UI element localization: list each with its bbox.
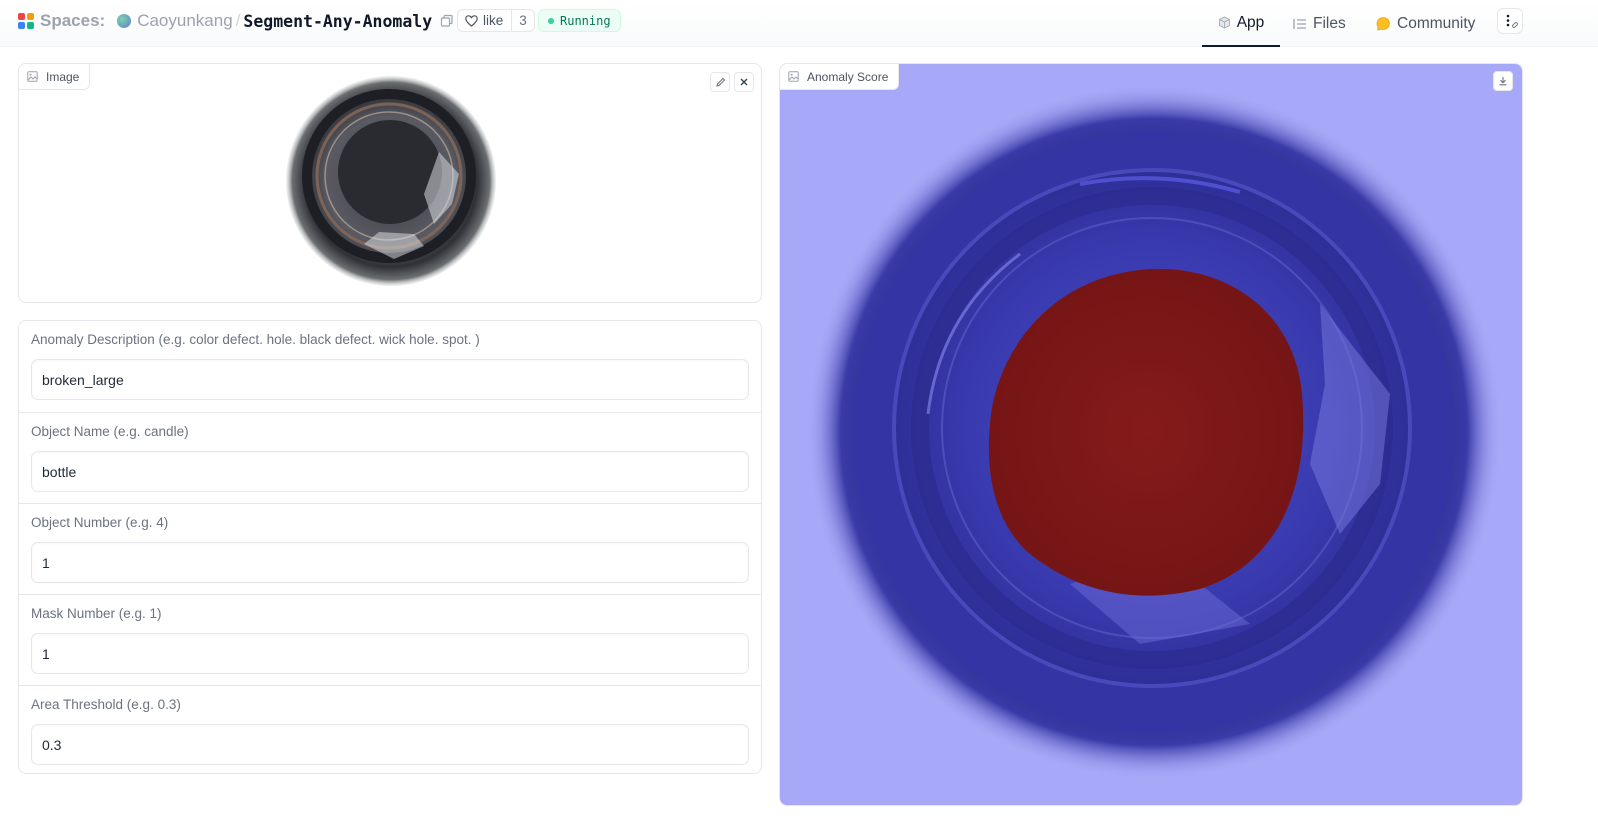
like-label: like xyxy=(483,13,504,28)
object-name-group: Object Name (e.g. candle) xyxy=(19,413,761,504)
clear-button[interactable] xyxy=(734,72,754,92)
tab-files-label: Files xyxy=(1313,14,1346,32)
repo-name-link[interactable]: Segment-Any-Anomaly xyxy=(243,12,432,31)
edit-button[interactable] xyxy=(710,72,730,92)
mask-number-input[interactable] xyxy=(31,633,749,674)
anomaly-score-panel: Anomaly Score xyxy=(779,63,1523,806)
download-icon xyxy=(1499,77,1507,86)
close-icon xyxy=(740,78,748,86)
owner-link[interactable]: Caoyunkang xyxy=(137,11,232,31)
mask-number-label: Mask Number (e.g. 1) xyxy=(31,606,162,621)
download-button[interactable] xyxy=(1493,71,1513,91)
image-icon xyxy=(27,71,38,82)
anomaly-heatmap-image xyxy=(806,84,1502,780)
object-number-input[interactable] xyxy=(31,542,749,583)
status-badge: Running xyxy=(538,9,621,32)
spaces-link[interactable]: Spaces: xyxy=(40,11,105,31)
area-threshold-input[interactable] xyxy=(31,724,749,765)
parameters-form: Anomaly Description (e.g. color defect. … xyxy=(18,320,762,774)
area-threshold-group: Area Threshold (e.g. 0.3) xyxy=(19,686,761,773)
tab-community-label: Community xyxy=(1397,14,1476,32)
area-threshold-label: Area Threshold (e.g. 0.3) xyxy=(31,697,181,712)
community-icon xyxy=(1376,17,1390,31)
tab-app[interactable]: App xyxy=(1202,0,1280,47)
object-name-label: Object Name (e.g. candle) xyxy=(31,424,189,439)
owner-avatar xyxy=(117,14,132,28)
status-dot-icon xyxy=(548,17,554,24)
spaces-logo-icon xyxy=(18,13,34,29)
anomaly-description-input[interactable] xyxy=(31,359,749,400)
app-cube-icon xyxy=(1218,16,1230,29)
input-bottle-image xyxy=(286,76,496,286)
mask-number-group: Mask Number (e.g. 1) xyxy=(19,595,761,686)
object-number-group: Object Number (e.g. 4) xyxy=(19,504,761,595)
anomaly-description-group: Anomaly Description (e.g. color defect. … xyxy=(19,321,761,413)
copy-icon[interactable] xyxy=(440,14,454,28)
object-name-input[interactable] xyxy=(31,451,749,492)
breadcrumb-separator: / xyxy=(235,11,241,30)
anomaly-description-label: Anomaly Description (e.g. color defect. … xyxy=(31,332,480,347)
status-text: Running xyxy=(560,13,611,28)
files-icon xyxy=(1293,18,1306,29)
more-menu-icon xyxy=(1506,14,1518,28)
top-header: Spaces: Caoyunkang / Segment-Any-Anomaly… xyxy=(0,0,1598,47)
image-panel-label: Image xyxy=(19,64,91,90)
tab-files[interactable]: Files xyxy=(1293,0,1346,47)
tab-community[interactable]: Community xyxy=(1375,0,1475,47)
object-number-label: Object Number (e.g. 4) xyxy=(31,515,169,530)
image-icon xyxy=(788,71,799,82)
heart-icon xyxy=(465,14,478,27)
edit-icon xyxy=(715,77,725,87)
anomaly-score-label: Anomaly Score xyxy=(780,64,900,90)
breadcrumb: Spaces: Caoyunkang / Segment-Any-Anomaly xyxy=(18,10,454,32)
anomaly-score-label-text: Anomaly Score xyxy=(807,69,889,84)
like-button[interactable]: like 3 xyxy=(457,9,535,32)
image-input-panel[interactable]: Image xyxy=(18,63,762,303)
image-label-text: Image xyxy=(46,69,80,84)
tab-app-label: App xyxy=(1236,13,1265,31)
more-menu-button[interactable] xyxy=(1497,8,1523,34)
like-count: 3 xyxy=(511,10,534,31)
